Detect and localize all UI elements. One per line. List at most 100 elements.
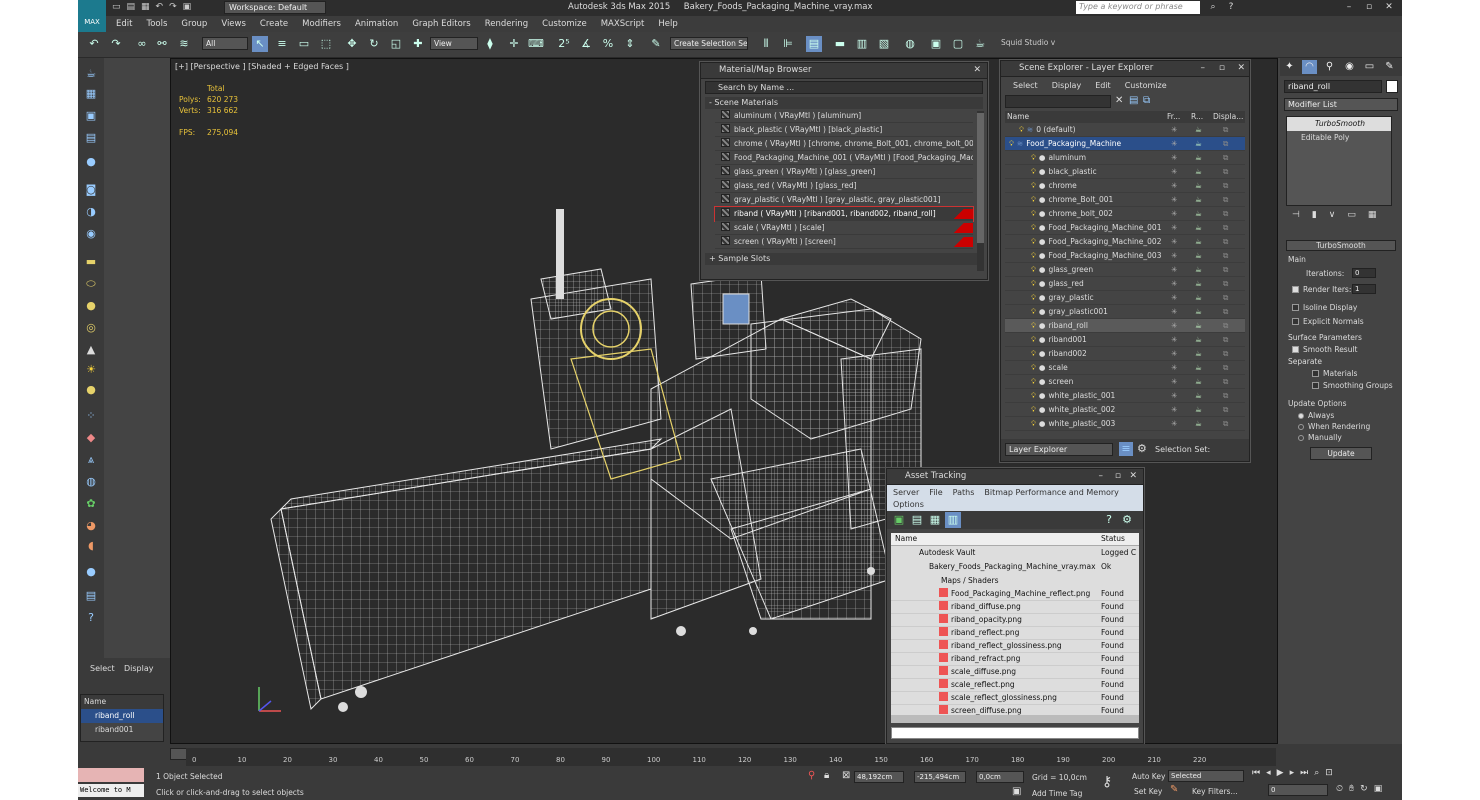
isolate-selection-icon[interactable]: ⚲ bbox=[808, 770, 815, 781]
restore-icon[interactable]: ▫ bbox=[1115, 469, 1121, 484]
explorer-menu-edit[interactable]: Edit bbox=[1095, 81, 1111, 90]
undo-icon[interactable]: ↶ bbox=[86, 36, 102, 52]
minimize-icon[interactable]: – bbox=[1099, 469, 1104, 484]
display-icon[interactable]: ⧉ bbox=[1223, 263, 1228, 276]
help-icon[interactable]: ? bbox=[1222, 0, 1240, 15]
material-browser-title[interactable]: Material/Map Browser ✕ bbox=[701, 63, 987, 79]
pivot-icon[interactable]: ⧫ bbox=[482, 36, 498, 52]
list-item[interactable]: 💡︎ ● white_plastic_002 ✳ ☕︎ ⧉ bbox=[1005, 403, 1245, 417]
material-scrollbar[interactable] bbox=[977, 111, 984, 271]
tree-view-icon[interactable]: ▦ bbox=[927, 512, 943, 528]
set-key-mode-icon[interactable]: ✎ bbox=[1170, 784, 1178, 795]
workspace-dropdown[interactable]: Workspace: Default bbox=[224, 1, 326, 14]
display-icon[interactable]: ⧉ bbox=[1223, 319, 1228, 332]
asset-menu-options[interactable]: Options bbox=[893, 499, 924, 511]
manually-radio[interactable] bbox=[1298, 435, 1304, 441]
edit-named-selection-icon[interactable]: ✎ bbox=[648, 36, 664, 52]
menu-edit[interactable]: Edit bbox=[116, 19, 132, 29]
explicit-normals-checkbox[interactable] bbox=[1292, 318, 1299, 325]
key-filters-button[interactable]: Key Filters... bbox=[1192, 787, 1238, 796]
ribbon-icon[interactable]: ▬ bbox=[832, 36, 848, 52]
column-name[interactable]: Name bbox=[1007, 111, 1029, 122]
x-coordinate-field[interactable]: 48,192cm bbox=[854, 771, 904, 783]
list-item[interactable]: 💡︎ ● riband_roll ✳ ☕︎ ⧉ bbox=[1005, 319, 1245, 333]
list-item[interactable]: 💡︎ ● white_plastic_003 ✳ ☕︎ ⧉ bbox=[1005, 417, 1245, 431]
column-asset-name[interactable]: Name bbox=[895, 533, 917, 545]
light-icon[interactable]: ● bbox=[82, 154, 100, 170]
display-icon[interactable]: ⧉ bbox=[1223, 151, 1228, 164]
display-icon[interactable]: ⧉ bbox=[1223, 347, 1228, 360]
light-bulb-icon[interactable]: 💡︎ bbox=[1031, 210, 1036, 218]
light-bulb-icon[interactable]: 💡︎ bbox=[1031, 294, 1036, 302]
light-bulb-icon[interactable]: 💡︎ bbox=[1031, 154, 1036, 162]
light-bulb-icon[interactable]: 💡︎ bbox=[1031, 182, 1036, 190]
absolute-mode-icon[interactable]: ⊠ bbox=[842, 770, 850, 781]
render-teapot-icon[interactable]: ☕︎ bbox=[1195, 291, 1202, 304]
table-row[interactable]: riband_refract.png Found bbox=[891, 653, 1139, 666]
new-layer-icon[interactable]: ▤ bbox=[1129, 95, 1138, 106]
render-teapot-icon[interactable]: ☕︎ bbox=[1195, 361, 1202, 374]
zoom-extents-icon[interactable]: ⊡ bbox=[1325, 768, 1333, 782]
display-icon[interactable]: ⧉ bbox=[1223, 123, 1228, 136]
render-production-icon[interactable]: ☕ bbox=[972, 36, 988, 52]
display-icon[interactable]: ⧉ bbox=[1223, 235, 1228, 248]
scale-icon[interactable]: ◱ bbox=[388, 36, 404, 52]
freeze-icon[interactable]: ✳ bbox=[1171, 389, 1177, 402]
spinner-snap-icon[interactable]: ⇕ bbox=[622, 36, 638, 52]
globe-icon[interactable]: ◍ bbox=[82, 474, 100, 490]
freeze-icon[interactable]: ✳ bbox=[1171, 151, 1177, 164]
freeze-icon[interactable]: ✳ bbox=[1171, 207, 1177, 220]
column-display[interactable]: Displa... bbox=[1213, 111, 1243, 122]
list-item[interactable]: 💡︎ ≋ 0 (default) ✳ ☕︎ ⧉ bbox=[1005, 123, 1245, 137]
layer-explorer-icon[interactable]: ▤ bbox=[806, 36, 822, 52]
list-item[interactable]: 💡︎ ● aluminum ✳ ☕︎ ⧉ bbox=[1005, 151, 1245, 165]
list-item[interactable]: 💡︎ ● Food_Packaging_Machine_001 ✳ ☕︎ ⧉ bbox=[1005, 221, 1245, 235]
box-icon[interactable]: ▬ bbox=[82, 254, 100, 270]
render-teapot-icon[interactable]: ☕︎ bbox=[1195, 375, 1202, 388]
iterations-spinner[interactable]: 0 bbox=[1352, 268, 1376, 278]
render-teapot-icon[interactable]: ☕︎ bbox=[1195, 263, 1202, 276]
light-bulb-icon[interactable]: 💡︎ bbox=[1031, 168, 1036, 176]
layer-mode-icon[interactable]: ≡ bbox=[1119, 442, 1133, 456]
create-tab-icon[interactable]: ✦ bbox=[1282, 60, 1297, 74]
material-item[interactable]: gray_plastic ( VRayMtl ) [gray_plastic, … bbox=[715, 193, 973, 207]
light-bulb-icon[interactable]: 💡︎ bbox=[1031, 308, 1036, 316]
render-sphere-icon[interactable]: ● bbox=[82, 564, 100, 580]
list-item[interactable]: 💡︎ ● Food_Packaging_Machine_002 ✳ ☕︎ ⧉ bbox=[1005, 235, 1245, 249]
display-icon[interactable]: ⧉ bbox=[1223, 361, 1228, 374]
render-teapot-icon[interactable]: ☕︎ bbox=[1195, 249, 1202, 262]
materials-checkbox[interactable] bbox=[1312, 370, 1319, 377]
smoothing-groups-checkbox[interactable] bbox=[1312, 382, 1319, 389]
cylinder-icon[interactable]: ⬭ bbox=[82, 276, 100, 292]
freeze-icon[interactable]: ✳ bbox=[1171, 137, 1177, 150]
list-item[interactable]: 💡︎ ● black_plastic ✳ ☕︎ ⧉ bbox=[1005, 165, 1245, 179]
freeze-icon[interactable]: ✳ bbox=[1171, 319, 1177, 332]
table-row[interactable]: scale_diffuse.png Found bbox=[891, 666, 1139, 679]
list-item[interactable]: 💡︎ ● gray_plastic ✳ ☕︎ ⧉ bbox=[1005, 291, 1245, 305]
render-teapot-icon[interactable]: ☕︎ bbox=[1195, 347, 1202, 360]
menu-create[interactable]: Create bbox=[260, 19, 288, 29]
object-name-field[interactable]: riband_roll bbox=[1284, 80, 1382, 93]
light-bulb-icon[interactable]: 💡︎ bbox=[1031, 336, 1036, 344]
render-teapot-icon[interactable]: ☕︎ bbox=[1195, 305, 1202, 318]
freeze-icon[interactable]: ✳ bbox=[1171, 277, 1177, 290]
menu-group[interactable]: Group bbox=[181, 19, 207, 29]
table-row[interactable]: riband_reflect.png Found bbox=[891, 627, 1139, 640]
key-mode-dropdown[interactable]: Selected bbox=[1168, 770, 1244, 782]
light-bulb-icon[interactable]: 💡︎ bbox=[1031, 196, 1036, 204]
next-frame-icon[interactable]: ▸ bbox=[1290, 768, 1295, 782]
time-tag-icon[interactable]: ▣ bbox=[1012, 786, 1021, 797]
list-item[interactable]: 💡︎ ● glass_red ✳ ☕︎ ⧉ bbox=[1005, 277, 1245, 291]
move-icon[interactable]: ✥ bbox=[344, 36, 360, 52]
material-item[interactable]: scale ( VRayMtl ) [scale] bbox=[715, 221, 973, 235]
grid-icon[interactable]: ▤ bbox=[82, 130, 100, 146]
help-icon[interactable]: ? bbox=[1101, 512, 1117, 528]
timeline-ruler[interactable]: 0 10 20 30 40 50 60 70 80 90 100 110 120 130 140 150 160… bbox=[186, 748, 1276, 766]
show-end-result-icon[interactable]: ▮ bbox=[1312, 210, 1317, 224]
disc-icon[interactable]: ● bbox=[82, 382, 100, 398]
configure-sets-icon[interactable]: ▦ bbox=[1368, 210, 1377, 224]
list-item[interactable]: 💡︎ ● white_plastic_001 ✳ ☕︎ ⧉ bbox=[1005, 389, 1245, 403]
light-bulb-icon[interactable]: 💡︎ bbox=[1031, 350, 1036, 358]
pan-icon[interactable]: ✋︎ bbox=[1349, 784, 1354, 794]
render-teapot-icon[interactable]: ☕︎ bbox=[1195, 235, 1202, 248]
